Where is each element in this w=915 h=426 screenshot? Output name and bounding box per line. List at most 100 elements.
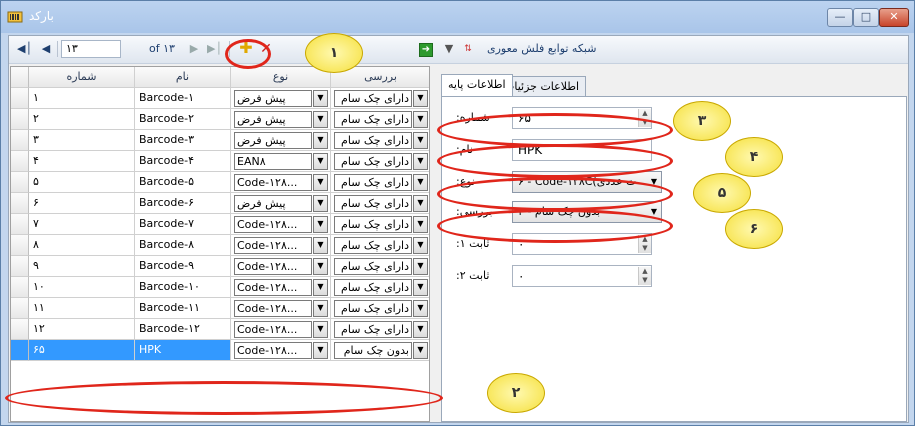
type-combo[interactable]: Code-۱۲۸... <box>234 174 312 191</box>
cell-number[interactable]: ۹ <box>29 256 135 277</box>
cell-name[interactable]: HPK <box>135 340 231 361</box>
cell-check[interactable]: بدون چک سام ▼ <box>331 340 429 361</box>
chevron-down-icon[interactable]: ▼ <box>413 279 428 296</box>
chevron-down-icon[interactable]: ▼ <box>313 153 328 170</box>
column-header-type[interactable]: نوع <box>231 67 331 88</box>
type-combo[interactable]: Code-۱۲۸... <box>234 216 312 233</box>
chevron-down-icon[interactable]: ▼ <box>413 132 428 149</box>
cell-number[interactable]: ۷ <box>29 214 135 235</box>
close-button[interactable]: ✕ <box>879 8 909 27</box>
cell-type[interactable]: پیش فرض ▼ <box>231 88 331 109</box>
table-row[interactable]: ۹ Barcode-۹ Code-۱۲۸... ▼ دارای چک سام ▼ <box>11 256 429 277</box>
cell-name[interactable]: Barcode-۹ <box>135 256 231 277</box>
chevron-down-icon[interactable]: ▼ <box>413 237 428 254</box>
last-record-icon[interactable]: ▶│ <box>207 40 222 58</box>
cell-type[interactable]: پیش فرض ▼ <box>231 109 331 130</box>
type-combo[interactable]: پیش فرض <box>234 132 312 149</box>
type-combo[interactable]: Code-۱۲۸... <box>234 342 312 359</box>
chevron-down-icon[interactable]: ▼ <box>413 90 428 107</box>
chevron-down-icon[interactable]: ▼ <box>313 237 328 254</box>
chevron-down-icon[interactable]: ▼ <box>313 216 328 233</box>
chevron-down-icon[interactable]: ▼ <box>313 300 328 317</box>
chevron-down-icon[interactable]: ▼ <box>413 258 428 275</box>
table-row[interactable]: ۱۲ Barcode-۱۲ Code-۱۲۸... ▼ دارای چک سام ▼ <box>11 319 429 340</box>
chevron-down-icon[interactable]: ▼ <box>413 300 428 317</box>
chevron-down-icon[interactable]: ▼ <box>313 132 328 149</box>
cell-name[interactable]: Barcode-۷ <box>135 214 231 235</box>
cell-number[interactable]: ۶۵ <box>29 340 135 361</box>
chevron-down-icon[interactable]: ▼ <box>313 258 328 275</box>
cell-check[interactable]: دارای چک سام ▼ <box>331 319 429 340</box>
cell-number[interactable]: ۸ <box>29 235 135 256</box>
const1-field[interactable]: ۰ ▲ ▼ <box>512 233 652 255</box>
check-combo[interactable]: بدون چک سام <box>334 342 412 359</box>
check-combo[interactable]: دارای چک سام <box>334 279 412 296</box>
table-row[interactable]: ۵ Barcode-۵ Code-۱۲۸... ▼ دارای چک سام ▼ <box>11 172 429 193</box>
chevron-down-icon[interactable]: ▼ <box>413 342 428 359</box>
chevron-down-icon[interactable]: ▼ <box>313 174 328 191</box>
check-combo[interactable]: دارای چک سام <box>334 216 412 233</box>
cell-check[interactable]: دارای چک سام ▼ <box>331 235 429 256</box>
cell-name[interactable]: Barcode-۱ <box>135 88 231 109</box>
cell-number[interactable]: ۵ <box>29 172 135 193</box>
type-combo[interactable]: پیش فرض <box>234 195 312 212</box>
cell-check[interactable]: دارای چک سام ▼ <box>331 298 429 319</box>
chevron-down-icon[interactable]: ▼ <box>313 90 328 107</box>
check-combo[interactable]: دارای چک سام <box>334 258 412 275</box>
cell-type[interactable]: Code-۱۲۸... ▼ <box>231 319 331 340</box>
type-combo[interactable]: Code-۱۲۸... <box>234 258 312 275</box>
cell-check[interactable]: دارای چک سام ▼ <box>331 109 429 130</box>
cell-number[interactable]: ۱۱ <box>29 298 135 319</box>
cell-type[interactable]: Code-۱۲۸... ▼ <box>231 277 331 298</box>
row-selector[interactable] <box>11 298 29 319</box>
column-header-name[interactable]: نام <box>135 67 231 88</box>
chevron-down-icon[interactable]: ▼ <box>413 111 428 128</box>
table-row[interactable]: ۱۱ Barcode-۱۱ Code-۱۲۸... ▼ دارای چک سام ▼ <box>11 298 429 319</box>
type-combo[interactable]: Code-۱۲۸... <box>234 279 312 296</box>
row-selector[interactable] <box>11 235 29 256</box>
type-combo[interactable]: EAN۸ <box>234 153 312 170</box>
row-selector[interactable] <box>11 340 29 361</box>
cell-check[interactable]: دارای چک سام ▼ <box>331 256 429 277</box>
chevron-down-icon[interactable]: ▼ <box>413 195 428 212</box>
delete-icon[interactable]: ✕ <box>259 40 273 58</box>
cell-type[interactable]: پیش فرض ▼ <box>231 130 331 151</box>
cell-number[interactable]: ۱۲ <box>29 319 135 340</box>
table-row[interactable]: ۶ Barcode-۶ پیش فرض ▼ دارای چک سام ▼ <box>11 193 429 214</box>
cell-name[interactable]: Barcode-۱۲ <box>135 319 231 340</box>
minimize-button[interactable]: — <box>827 8 853 27</box>
prev-record-icon[interactable]: ◀ <box>39 40 53 58</box>
check-combo[interactable]: دارای چک سام <box>334 174 412 191</box>
row-selector[interactable] <box>11 256 29 277</box>
const1-spinner[interactable]: ▲ ▼ <box>638 235 651 253</box>
cell-check[interactable]: دارای چک سام ▼ <box>331 277 429 298</box>
cell-name[interactable]: Barcode-۵ <box>135 172 231 193</box>
row-selector[interactable] <box>11 214 29 235</box>
toolbar-right-label[interactable]: شبکه توابع فلش معوری <box>487 40 596 58</box>
cell-number[interactable]: ۱ <box>29 88 135 109</box>
cell-name[interactable]: Barcode-۲ <box>135 109 231 130</box>
maximize-button[interactable]: □ <box>853 8 879 27</box>
const2-field[interactable]: ۰ ▲ ▼ <box>512 265 652 287</box>
cell-name[interactable]: Barcode-۱۰ <box>135 277 231 298</box>
check-combo[interactable]: دارای چک سام <box>334 300 412 317</box>
table-row[interactable]: ۱ Barcode-۱ پیش فرض ▼ دارای چک سام ▼ <box>11 88 429 109</box>
row-selector[interactable] <box>11 130 29 151</box>
check-combo[interactable]: دارای چک سام <box>334 321 412 338</box>
cell-type[interactable]: EAN۸ ▼ <box>231 151 331 172</box>
sort-icon[interactable]: ⇅ <box>461 40 475 58</box>
table-row[interactable]: ۸ Barcode-۸ Code-۱۲۸... ▼ دارای چک سام ▼ <box>11 235 429 256</box>
cell-check[interactable]: دارای چک سام ▼ <box>331 88 429 109</box>
table-row[interactable]: ۶۵ HPK Code-۱۲۸... ▼ بدون چک سام ▼ <box>11 340 429 361</box>
row-selector[interactable] <box>11 319 29 340</box>
add-icon[interactable]: ✚ <box>239 39 253 57</box>
cell-name[interactable]: Barcode-۴ <box>135 151 231 172</box>
cell-number[interactable]: ۴ <box>29 151 135 172</box>
type-combo[interactable]: پیش فرض <box>234 111 312 128</box>
chevron-down-icon[interactable]: ▼ <box>413 174 428 191</box>
cell-type[interactable]: Code-۱۲۸... ▼ <box>231 256 331 277</box>
type-combobox[interactable]: ۶ - Code-۱۲۸C(ت عددی ▼ <box>512 171 662 193</box>
cell-type[interactable]: Code-۱۲۸... ▼ <box>231 340 331 361</box>
table-row[interactable]: ۲ Barcode-۲ پیش فرض ▼ دارای چک سام ▼ <box>11 109 429 130</box>
cell-type[interactable]: Code-۱۲۸... ▼ <box>231 298 331 319</box>
